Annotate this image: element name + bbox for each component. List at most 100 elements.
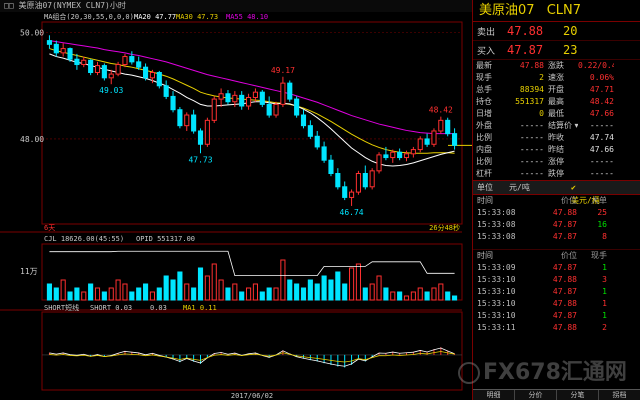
tick-price: 47.88 <box>552 299 577 308</box>
candle[interactable] <box>67 48 73 60</box>
candle[interactable] <box>122 56 128 66</box>
candle[interactable] <box>280 82 286 105</box>
candle[interactable] <box>191 114 197 132</box>
stat-row: 比例 ----- 涨停 ----- <box>473 156 640 168</box>
candle[interactable] <box>342 186 348 198</box>
tick-header: 时间 价位 现手 <box>473 250 640 262</box>
candle[interactable] <box>383 154 389 159</box>
candle[interactable] <box>232 94 238 103</box>
candle[interactable] <box>108 73 114 79</box>
candlestick-chart[interactable]: 50.00 48.00 49.03 49.17 47.73 46.74 48.42 MA组合(… <box>0 12 472 400</box>
candle[interactable] <box>81 59 87 66</box>
candle[interactable] <box>60 48 66 54</box>
candle[interactable] <box>410 149 416 155</box>
stat-row: 总手 88394 开盘 47.71 <box>473 84 640 96</box>
candle[interactable] <box>184 114 190 127</box>
candle[interactable] <box>376 154 382 172</box>
tick-row: 15:33:10 47.88 3 <box>473 274 640 286</box>
candle[interactable] <box>197 130 204 145</box>
volume-bar <box>232 283 238 301</box>
candle[interactable] <box>452 133 458 146</box>
candle[interactable] <box>273 103 279 116</box>
candle[interactable] <box>349 191 355 198</box>
tick-header-cell: 现手 <box>591 251 607 260</box>
candle[interactable] <box>307 125 313 137</box>
sell-row[interactable]: 卖出 47.88 20 <box>473 22 640 41</box>
candle[interactable] <box>143 66 149 79</box>
candle[interactable] <box>94 65 101 73</box>
unit-usd[interactable]: ✔ 美元/桶 <box>571 181 600 205</box>
candle[interactable] <box>246 96 252 107</box>
volume-bar <box>287 279 293 301</box>
stat-row: 比例 ----- 昨收 47.74 <box>473 132 640 144</box>
ma30-legend: MA30 47.73 <box>176 13 218 21</box>
candle[interactable] <box>136 61 142 68</box>
candle[interactable] <box>397 151 403 159</box>
candle[interactable] <box>218 93 224 100</box>
volume-bar <box>294 283 300 301</box>
instrument-code: CLN7 <box>546 3 582 18</box>
candle[interactable] <box>239 94 245 107</box>
candle[interactable] <box>259 91 265 105</box>
candle[interactable] <box>328 159 334 174</box>
tab-1[interactable]: 分价 <box>515 390 557 400</box>
candle[interactable] <box>390 151 396 159</box>
ma30-line <box>49 48 455 154</box>
candle[interactable] <box>177 109 183 127</box>
candle[interactable] <box>438 119 444 132</box>
volume-bar <box>355 263 361 301</box>
candle[interactable] <box>225 93 231 103</box>
volume-bar <box>81 291 87 301</box>
candle[interactable] <box>287 82 293 100</box>
candle[interactable] <box>431 130 437 145</box>
tab-0[interactable]: 明细 <box>473 390 515 400</box>
candle[interactable] <box>53 43 59 54</box>
volume-bar <box>74 287 80 301</box>
buy-row[interactable]: 买入 47.87 23 <box>473 41 640 60</box>
candle[interactable] <box>101 65 107 79</box>
candle[interactable] <box>403 153 410 159</box>
price-annotation: 47.73 <box>188 155 212 164</box>
stat-row: 日增 0 最低 47.66 <box>473 108 640 120</box>
sell-label: 卖出 <box>477 27 496 38</box>
candle[interactable] <box>252 91 258 98</box>
candle[interactable] <box>115 64 121 75</box>
candle[interactable] <box>294 98 300 116</box>
tick-qty: 25 <box>597 208 607 217</box>
candle[interactable] <box>129 56 135 63</box>
tab-2[interactable]: 分笔 <box>557 390 599 400</box>
candle[interactable] <box>314 135 320 148</box>
candle[interactable] <box>335 173 341 188</box>
candle[interactable] <box>355 173 361 193</box>
candle[interactable] <box>149 72 155 79</box>
candle[interactable] <box>163 85 169 97</box>
buy-qty: 23 <box>563 43 578 57</box>
tab-3[interactable]: 拐档 <box>599 390 640 400</box>
candle[interactable] <box>321 146 327 161</box>
stat-label[interactable]: 结算价 ▾ <box>548 120 578 132</box>
stat-row: 内盘 ----- 昨结 47.66 <box>473 144 640 156</box>
candle[interactable] <box>211 98 217 121</box>
candle[interactable] <box>204 119 210 145</box>
candle[interactable] <box>74 58 80 66</box>
candle[interactable] <box>88 59 94 74</box>
candle[interactable] <box>300 114 307 127</box>
stat-value: 551317 <box>515 97 544 106</box>
candle[interactable] <box>156 72 162 87</box>
short-legend-value2: 0.03 <box>150 304 167 312</box>
tick-qty: 1 <box>602 311 607 320</box>
candle[interactable] <box>417 138 423 151</box>
unit-cny[interactable]: 元/吨 <box>509 181 571 194</box>
candle[interactable] <box>424 138 430 145</box>
stat-value: ----- <box>519 133 544 142</box>
candle[interactable] <box>46 40 52 45</box>
tick-row: 15:33:10 47.87 1 <box>473 310 640 322</box>
stat-value: 47.66 <box>589 109 614 118</box>
candle[interactable] <box>445 119 451 135</box>
candle[interactable] <box>369 170 375 188</box>
candle[interactable] <box>266 103 272 116</box>
volume-bar <box>424 291 430 301</box>
candle[interactable] <box>170 95 176 111</box>
candle[interactable] <box>362 173 368 188</box>
volume-bar <box>445 291 451 301</box>
